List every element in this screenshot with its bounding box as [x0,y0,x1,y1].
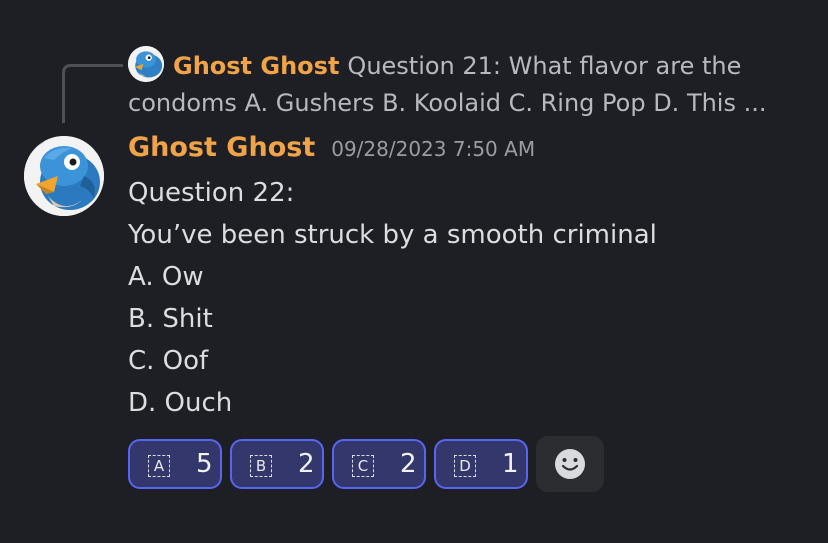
reply-connector [62,64,123,123]
message-line: C. Oof [128,346,209,376]
author-name[interactable]: Ghost Ghost [128,132,315,163]
top-edge-artifact [408,0,468,4]
message-line: A. Ow [128,262,204,292]
message-content: Question 22: You’ve been struck by a smo… [128,172,657,424]
letter-d-icon: D [454,455,476,477]
reaction-count: 1 [502,449,519,479]
message-line: B. Shit [128,304,213,334]
reply-preview[interactable]: Ghost Ghost Question 21: What flavor are … [128,48,778,122]
message-line: You’ve been struck by a smooth criminal [128,220,657,250]
reaction-count: 5 [196,449,213,479]
reaction-count: 2 [298,449,315,479]
message-line: Question 22: [128,178,295,208]
avatar[interactable] [24,136,104,216]
add-reaction-button[interactable] [536,436,604,492]
letter-b-icon: B [250,455,272,477]
letter-a-icon: A [148,455,170,477]
reaction-d-button[interactable]: D 1 [434,439,528,489]
reactions-bar: A 5 B 2 C 2 D 1 [128,436,604,492]
message-line: D. Ouch [128,388,233,418]
smiley-face-icon [555,449,585,479]
reaction-a-button[interactable]: A 5 [128,439,222,489]
message-header: Ghost Ghost 09/28/2023 7:50 AM [128,132,535,172]
timestamp[interactable]: 09/28/2023 7:50 AM [331,137,535,161]
letter-c-icon: C [352,455,374,477]
reaction-b-button[interactable]: B 2 [230,439,324,489]
reaction-c-button[interactable]: C 2 [332,439,426,489]
reaction-count: 2 [400,449,417,479]
reply-author-name[interactable]: Ghost Ghost [173,52,339,80]
bird-avatar-icon [24,136,104,216]
